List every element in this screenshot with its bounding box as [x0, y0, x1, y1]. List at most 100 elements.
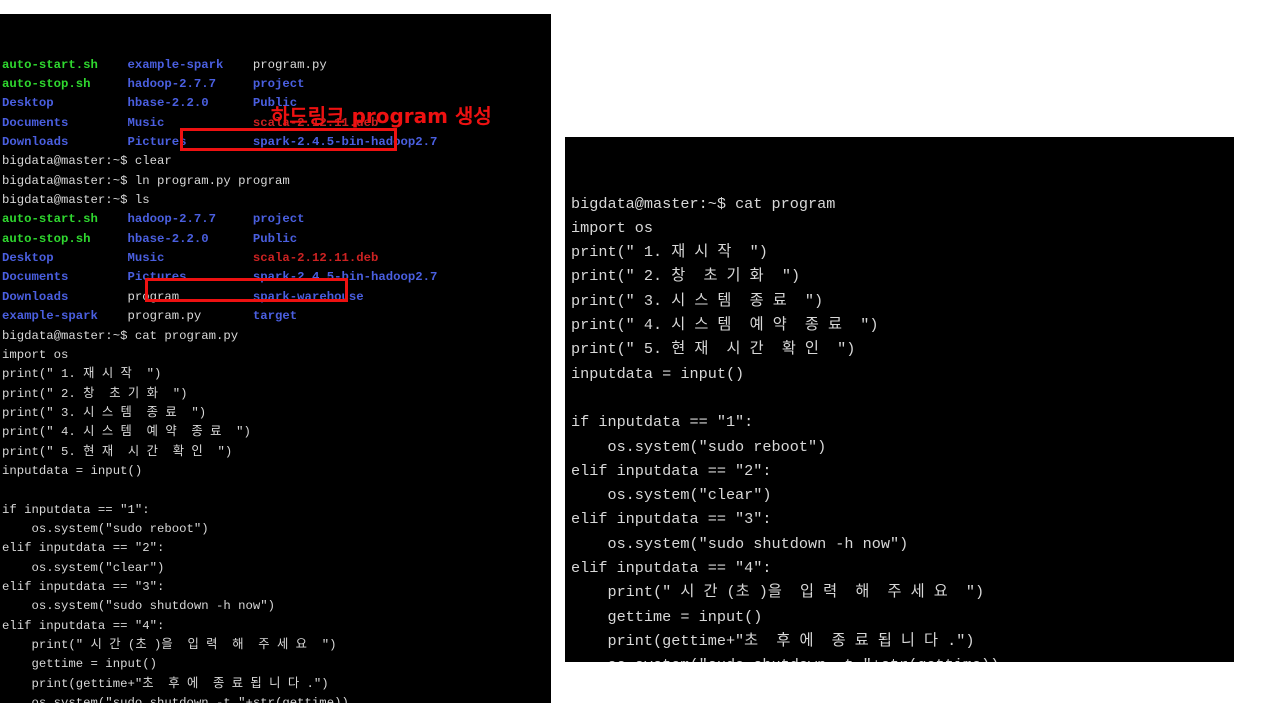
- ls-entry-Desktop: Desktop: [2, 96, 128, 111]
- code-line: print(" 5. 현 재 시 간 확 인 "): [571, 337, 1234, 361]
- code-line: print(" 4. 시 스 템 예 약 종 료 "): [2, 423, 551, 442]
- code-line: print(" 1. 재 시 작 "): [2, 365, 551, 384]
- ls-entry-spark-2.4.5-bin-hadoop2.7: spark-2.4.5-bin-hadoop2.7: [252, 270, 438, 285]
- ls-entry-project: project: [252, 77, 305, 92]
- code-line: print(" 3. 시 스 템 종 료 "): [2, 404, 551, 423]
- left-code-3: print(" 3. 시 스 템 종 료 "): [2, 405, 207, 420]
- ls-row: example-spark program.py target: [2, 307, 551, 326]
- ls-row: auto-stop.sh hbase-2.2.0 Public: [2, 230, 551, 249]
- ls-entry-hadoop-2.7.7: hadoop-2.7.7: [127, 77, 253, 92]
- code-line: os.system("sudo shutdown -h now"): [2, 597, 551, 616]
- right-code-1: print(" 1. 재 시 작 "): [571, 243, 768, 262]
- ls-entry-scala-2.12.11.deb: scala-2.12.11.deb: [252, 251, 379, 266]
- ls-entry-Documents: Documents: [2, 270, 128, 285]
- code-line: os.system("sudo reboot"): [571, 435, 1234, 459]
- ls-entry-example-spark: example-spark: [127, 57, 253, 72]
- ls-entry-program.py: program.py: [127, 309, 253, 324]
- code-line: inputdata = input(): [2, 462, 551, 481]
- right-code-9: os.system("sudo reboot"): [571, 437, 827, 456]
- ls-entry-Pictures: Pictures: [127, 135, 253, 150]
- ls-entry-Desktop: Desktop: [2, 251, 128, 266]
- prompt-line: bigdata@master:~$ cat program.py: [2, 327, 551, 346]
- ls-entry-Downloads: Downloads: [2, 289, 128, 304]
- code-line: os.system("clear"): [571, 483, 1234, 507]
- left-code-14: elif inputdata == "4":: [2, 618, 165, 633]
- code-line: print(gettime+"초 후 에 종 료 됩 니 다 ."): [571, 629, 1234, 653]
- ls-entry-project: project: [252, 212, 305, 227]
- left-code-9: os.system("sudo reboot"): [2, 521, 209, 536]
- ls-entry-hbase-2.2.0: hbase-2.2.0: [127, 96, 253, 111]
- right-code-8: if inputdata == "1":: [571, 413, 754, 432]
- right-code-16: gettime = input(): [571, 607, 763, 626]
- ls-entry-target: target: [252, 309, 298, 324]
- right-code-6: inputdata = input(): [571, 364, 745, 383]
- code-line: if inputdata == "1":: [2, 501, 551, 520]
- code-line: print(" 2. 창 초 기 화 "): [571, 264, 1234, 288]
- code-line: print(" 2. 창 초 기 화 "): [2, 385, 551, 404]
- ls-entry-spark-2.4.5-bin-hadoop2.7: spark-2.4.5-bin-hadoop2.7: [252, 135, 438, 150]
- shell-prompt: bigdata@master:~$: [2, 173, 135, 188]
- code-line: elif inputdata == "2":: [2, 539, 551, 558]
- right-code-12: elif inputdata == "3":: [571, 510, 772, 529]
- command-cat-program: cat program: [735, 194, 836, 213]
- left-code-0: import os: [2, 347, 69, 362]
- code-line: os.system("sudo shutdown -t "+str(gettim…: [2, 694, 551, 703]
- left-code-13: os.system("sudo shutdown -h now"): [2, 599, 276, 614]
- ls-entry-hbase-2.2.0: hbase-2.2.0: [127, 231, 253, 246]
- code-line: elif inputdata == "3":: [571, 507, 1234, 531]
- code-line: if inputdata == "1":: [571, 410, 1234, 434]
- left-terminal-content: auto-start.sh example-spark program.py au…: [2, 56, 551, 703]
- ls-entry-auto-start.sh: auto-start.sh: [2, 212, 128, 227]
- right-terminal-window[interactable]: bigdata@master:~$ cat program import os pr…: [565, 137, 1234, 662]
- left-code-18: os.system("sudo shutdown -t "+str(gettim…: [2, 696, 349, 703]
- ls-entry-auto-stop.sh: auto-stop.sh: [2, 231, 128, 246]
- left-code-10: elif inputdata == "2":: [2, 541, 165, 556]
- code-line: print(" 시 간 (초 )을 입 력 해 주 세 요 "): [571, 580, 1234, 604]
- right-code-11: os.system("clear"): [571, 486, 772, 505]
- prompt-line: bigdata@master:~$ cat program: [571, 192, 1234, 216]
- right-code-4: print(" 4. 시 스 템 예 약 종 료 "): [571, 316, 879, 335]
- right-code-0: import os: [571, 218, 654, 237]
- code-line: inputdata = input(): [571, 362, 1234, 386]
- left-code-15: print(" 시 간 (초 )을 입 력 해 주 세 요 "): [2, 638, 337, 652]
- annotation-hardlink-note: 하드링크 program 생성: [271, 104, 492, 128]
- code-line: os.system("sudo shutdown -t "+str(gettim…: [571, 653, 1234, 662]
- right-code-10: elif inputdata == "2":: [571, 461, 772, 480]
- left-code-4: print(" 4. 시 스 템 예 약 종 료 "): [2, 425, 251, 440]
- ls-entry-Pictures: Pictures: [127, 270, 253, 285]
- code-line: os.system("clear"): [2, 559, 551, 578]
- code-line: elif inputdata == "3":: [2, 578, 551, 597]
- right-terminal-content: bigdata@master:~$ cat program import os pr…: [571, 192, 1234, 662]
- ls-row: auto-start.sh hadoop-2.7.7 project: [2, 210, 551, 229]
- ls-row: Downloads program spark-warehouse: [2, 288, 551, 307]
- ls-entry-Music: Music: [127, 115, 253, 130]
- left-code-5: print(" 5. 현 재 시 간 확 인 "): [2, 444, 233, 459]
- ls-entry-Music: Music: [127, 251, 253, 266]
- ls-entry-Downloads: Downloads: [2, 135, 128, 150]
- ls-row: auto-start.sh example-spark program.py: [2, 56, 551, 75]
- code-line: elif inputdata == "4":: [571, 556, 1234, 580]
- left-code-16: gettime = input(): [2, 657, 157, 672]
- right-code-14: elif inputdata == "4":: [571, 559, 772, 578]
- ls-entry-hadoop-2.7.7: hadoop-2.7.7: [127, 212, 253, 227]
- ls-row: Downloads Pictures spark-2.4.5-bin-hadoo…: [2, 133, 551, 152]
- code-line: print(" 3. 시 스 템 종 료 "): [571, 289, 1234, 313]
- code-line: gettime = input(): [571, 605, 1234, 629]
- right-code-15: print(" 시 간 (초 )을 입 력 해 주 세 요 "): [571, 583, 985, 602]
- ls-entry-Public: Public: [252, 231, 298, 246]
- code-line: elif inputdata == "2":: [571, 459, 1234, 483]
- left-code-11: os.system("clear"): [2, 560, 165, 575]
- code-line: os.system("sudo shutdown -h now"): [571, 532, 1234, 556]
- ls-entry-example-spark: example-spark: [2, 309, 128, 324]
- screenshot-root: auto-start.sh example-spark program.py au…: [0, 0, 1280, 720]
- code-line: os.system("sudo reboot"): [2, 520, 551, 539]
- right-code-13: os.system("sudo shutdown -h now"): [571, 534, 909, 553]
- ls-entry-program.py: program.py: [252, 57, 327, 72]
- right-code-17: print(gettime+"초 후 에 종 료 됩 니 다 ."): [571, 631, 975, 650]
- ls-row: auto-stop.sh hadoop-2.7.7 project: [2, 75, 551, 94]
- left-code-8: if inputdata == "1":: [2, 502, 150, 517]
- command-clear: clear: [134, 154, 172, 169]
- code-line: import os: [2, 346, 551, 365]
